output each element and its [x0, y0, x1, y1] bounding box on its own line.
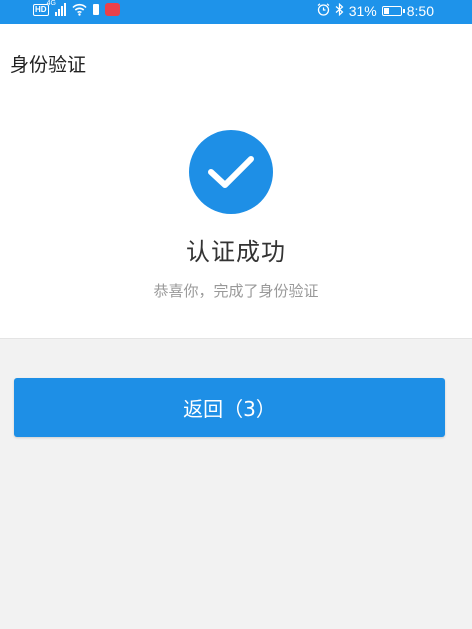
back-button[interactable]: 返回（3） — [14, 378, 445, 437]
battery-percent: 31% — [348, 3, 377, 19]
result-card: 认证成功 恭喜你，完成了身份验证 — [0, 96, 472, 339]
result-description: 恭喜你，完成了身份验证 — [153, 282, 319, 300]
bluetooth-icon — [335, 2, 344, 19]
status-bar-right: 31% 8:50 — [317, 2, 434, 19]
wifi-icon — [71, 3, 87, 16]
battery-icon — [381, 6, 405, 16]
page-title: 身份验证 — [10, 54, 87, 76]
check-circle-icon — [189, 130, 273, 214]
network-type-label: 4G — [46, 0, 56, 7]
signal-icon: 4G — [47, 0, 66, 16]
result-title: 认证成功 — [186, 238, 286, 266]
alarm-icon — [317, 3, 330, 19]
app-notification-icon — [104, 3, 120, 16]
clock: 8:50 — [406, 3, 434, 19]
battery-level — [383, 8, 389, 14]
app-header: 身份验证 — [0, 24, 472, 96]
status-bar-left: HD 4G — [33, 0, 120, 16]
battery-saver-icon — [92, 4, 99, 15]
back-button-label: 返回（3） — [183, 397, 276, 421]
status-bar: HD 4G 31% 8:50 — [0, 0, 472, 24]
